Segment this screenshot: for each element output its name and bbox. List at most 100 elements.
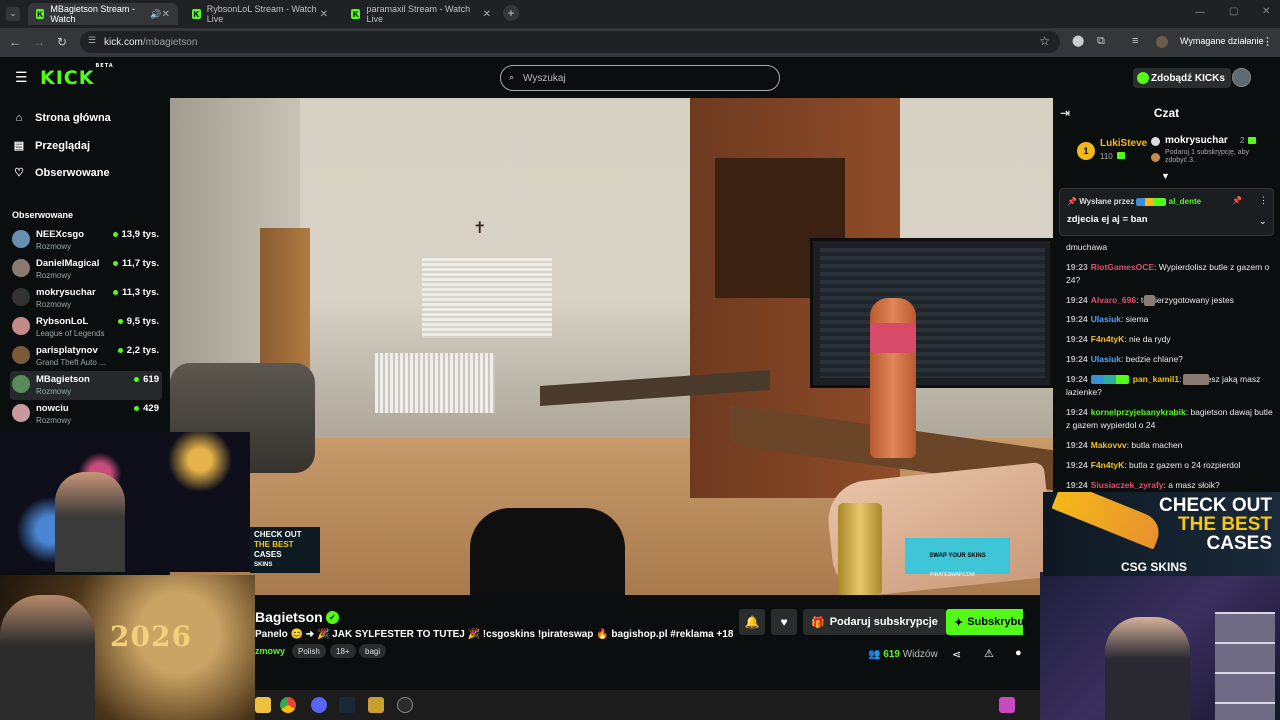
search-input[interactable]: ⌕ Wyszukaj — [500, 65, 780, 91]
leaderboard-gift-icon — [1117, 152, 1125, 159]
channel-name: mokrysuchar — [36, 287, 96, 298]
folder-icon[interactable] — [255, 697, 271, 713]
browser-tab-rybsonlol[interactable]: K RybsonLoL Stream - Watch Live ✕ — [184, 3, 336, 25]
message-user[interactable]: RiotGamesOCE — [1091, 262, 1154, 272]
follow-heart-button[interactable]: ♥ — [771, 609, 797, 635]
maximize-icon[interactable]: ▢ — [1229, 6, 1238, 17]
speaker-icon[interactable]: 🔊 — [150, 9, 161, 20]
tag-polish[interactable]: Polish — [292, 644, 326, 658]
user-avatar[interactable] — [1232, 68, 1251, 87]
webcam-feed — [1040, 572, 1280, 720]
puzzle-extensions-icon[interactable]: ⧉ — [1097, 35, 1105, 48]
bookmark-star-icon[interactable]: ☆ — [1039, 34, 1050, 48]
message-user[interactable]: Ulasiuk — [1091, 314, 1121, 324]
media-control-icon[interactable]: ≡ — [1132, 35, 1138, 47]
discord-icon[interactable] — [311, 697, 327, 713]
video-scene-radiator — [375, 353, 495, 413]
pinned-message: 📌 Wysłane przez al_dente zdjecia ej aj =… — [1059, 188, 1274, 236]
message-user[interactable]: Ulasiuk — [1091, 354, 1121, 364]
ad-line3: CASES — [1206, 533, 1272, 554]
extension-icon[interactable]: ⬤ — [1072, 34, 1084, 47]
message-user[interactable]: Alvaro_696 — [1091, 295, 1136, 305]
followed-channel-selected[interactable]: MBagietson Rozmowy 619 — [10, 371, 162, 400]
user-badges-icon — [1090, 375, 1129, 385]
expand-pinned-icon[interactable]: ⌄ — [1259, 216, 1267, 227]
chrome-icon[interactable] — [280, 697, 296, 713]
share-icon[interactable]: ⋖ — [952, 648, 961, 661]
leaderboard-name[interactable]: mokrysuchar — [1165, 135, 1228, 146]
nav-browse[interactable]: ▤ Przeglądaj — [12, 139, 90, 153]
reload-icon[interactable]: ↻ — [57, 35, 67, 49]
followed-channel[interactable]: mokrysuchar Rozmowy 11,3 tys. — [10, 284, 162, 313]
nav-home[interactable]: ⌂ Strona główna — [12, 112, 111, 124]
app-icon[interactable] — [368, 697, 384, 713]
more-options-icon[interactable]: ⋮ — [1259, 195, 1268, 206]
new-tab-button[interactable]: + — [503, 5, 519, 21]
stream-info: Bagietson ✓ Panelo 😊 ➜ 🎉 JAK SYLFESTER T… — [255, 598, 1040, 688]
message-user[interactable]: kornelprzyjebanykrabik — [1091, 407, 1186, 417]
hamburger-menu-icon[interactable]: ☰ — [15, 69, 28, 86]
steam-icon[interactable] — [339, 697, 355, 713]
report-icon[interactable]: ⚠ — [984, 647, 994, 660]
forward-icon[interactable]: → — [33, 35, 45, 49]
followed-channel[interactable]: DanielMagical Rozmowy 11,7 tys. — [10, 255, 162, 284]
video-scene-window — [422, 258, 552, 338]
channel-category: League of Legends — [36, 329, 105, 338]
message-text: : bedzie chlane? — [1121, 354, 1183, 364]
leaderboard-name[interactable]: LukiSteve — [1100, 138, 1147, 149]
viewer-count: 11,7 tys. — [113, 258, 159, 269]
gift-subscription-button[interactable]: 🎁 Podaruj subskrypcje — [803, 609, 946, 635]
tag-bagi[interactable]: bagi — [359, 644, 387, 658]
browser-tab-paramaxil[interactable]: K paramaxil Stream - Watch Live ✕ — [343, 3, 499, 25]
browser-menu-icon[interactable]: ⋮ — [1262, 35, 1273, 48]
back-icon[interactable]: ← — [9, 35, 21, 49]
tray-app-icon[interactable] — [999, 697, 1015, 713]
close-window-icon[interactable]: ✕ — [1262, 6, 1270, 17]
followed-channel[interactable]: RybsonLoL League of Legends 9,5 tys. — [10, 313, 162, 342]
nav-following[interactable]: ♡ Obserwowane — [12, 166, 110, 180]
followed-channel[interactable]: nowciu Rozmowy 429 — [10, 400, 162, 429]
stream-category[interactable]: zmowy — [255, 646, 285, 656]
minimize-icon[interactable]: — — [1195, 7, 1205, 18]
message-user[interactable]: Makovvv — [1091, 440, 1127, 450]
close-tab-icon[interactable]: ✕ — [320, 9, 328, 20]
address-bar[interactable]: ☰ kick.com/mbagietson ☆ — [80, 31, 1060, 53]
user-icon[interactable]: ● — [1015, 647, 1022, 659]
gift-icon: 🎁 — [811, 616, 825, 629]
leaderboard-expand-icon[interactable]: ▼ — [1161, 171, 1170, 181]
pinned-header: 📌 Wysłane przez al_dente — [1067, 197, 1201, 206]
message-user[interactable]: F4n4tyK — [1091, 460, 1125, 470]
close-tab-icon[interactable]: ✕ — [483, 9, 491, 20]
pinned-user[interactable]: al_dente — [1169, 197, 1201, 206]
site-info-icon[interactable]: ☰ — [88, 35, 96, 46]
video-player[interactable]: ✝ SWAP YOUR SKINS PIRATESWAP.COM — [170, 98, 1053, 595]
channel-category: Rozmowy — [36, 387, 72, 396]
avatar — [12, 404, 30, 422]
obs-icon[interactable] — [397, 697, 413, 713]
ad-brand: CSG SKINS — [1121, 560, 1188, 574]
unpin-icon[interactable]: 📌 — [1232, 196, 1242, 205]
subscribe-button[interactable]: ✦ Subskrybuj — [946, 609, 1023, 635]
message-user[interactable]: Siusiaczek_zyrafy — [1091, 480, 1164, 490]
ad-brand: SKINS — [254, 562, 273, 568]
message-user[interactable]: F4n4tyK — [1091, 334, 1125, 344]
search-icon: ⌕ — [509, 72, 515, 82]
streamer-name[interactable]: Bagietson — [255, 609, 323, 625]
tab-search-icon[interactable]: ⌄ — [6, 7, 20, 21]
profile-avatar[interactable] — [1156, 36, 1168, 48]
tag-18plus[interactable]: 18+ — [330, 644, 356, 658]
channel-name: parisplatynov — [36, 345, 98, 356]
followed-channel[interactable]: parisplatynov Grand Theft Auto ... 2,2 t… — [10, 342, 162, 371]
notification-bell-button[interactable]: 🔔 — [739, 609, 765, 635]
os-taskbar — [255, 690, 1040, 720]
pirateswap-site: PIRATESWAP.COM — [930, 572, 975, 578]
kick-logo[interactable]: KICKBETA — [40, 63, 114, 89]
chat-message: 19:24 Ulasiuk: siema — [1066, 313, 1276, 326]
action-required-button[interactable]: Wymagane działanie — [1180, 36, 1263, 46]
channel-name: DanielMagical — [36, 258, 100, 269]
close-tab-icon[interactable]: ✕ — [162, 9, 170, 20]
message-user[interactable]: pan_kamil1 — [1133, 374, 1179, 384]
browser-tab-mbagietson[interactable]: K MBagietson Stream - Watch 🔊 ✕ — [28, 3, 178, 25]
followed-channel[interactable]: NEEXcsgo Rozmowy 13,9 tys. — [10, 226, 162, 255]
get-kicks-button[interactable]: Zdobądź KICKs — [1133, 68, 1231, 88]
